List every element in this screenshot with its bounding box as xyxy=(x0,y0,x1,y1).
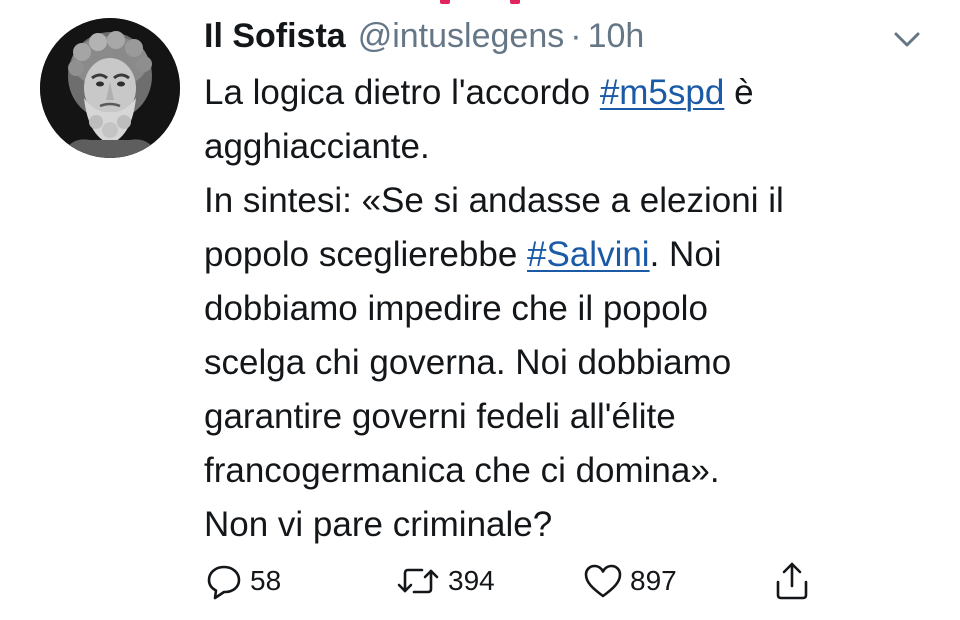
retweet-count: 394 xyxy=(448,565,495,596)
reply-button[interactable]: 58 xyxy=(204,556,281,606)
tweet-text-segment: popolo sceglierebbe xyxy=(204,235,528,274)
reply-count: 58 xyxy=(250,565,282,596)
like-button[interactable]: 897 xyxy=(582,556,677,606)
tweet-card[interactable]: Il Sofista @intuslegens · 10h La logica … xyxy=(0,0,960,620)
hashtag-link-salvini[interactable]: #Salvini xyxy=(527,235,650,274)
tweet-menu-button[interactable] xyxy=(890,22,924,56)
tweet-line: Non vi pare criminale? xyxy=(204,505,553,544)
tweet-line: La logica dietro l'accordo #m5spd è xyxy=(204,66,924,120)
like-count: 897 xyxy=(630,565,677,596)
author-name[interactable]: Il Sofista xyxy=(204,14,346,58)
tweet-line: garantire governi fedeli all'élite xyxy=(204,397,676,436)
bearded-bust-icon xyxy=(40,18,180,158)
tweet-text: La logica dietro l'accordo #m5spd è aggh… xyxy=(204,66,924,552)
author-handle[interactable]: @intuslegens xyxy=(358,14,565,58)
tweet-text-segment: La logica dietro l'accordo xyxy=(204,73,600,112)
tweet-header: Il Sofista @intuslegens · 10h xyxy=(204,14,644,58)
heart-icon xyxy=(584,564,622,598)
tweet-line: dobbiamo impedire che il popolo xyxy=(204,289,708,328)
share-icon xyxy=(776,562,808,600)
retweet-icon xyxy=(397,568,439,594)
tweet-text-segment: è xyxy=(724,73,754,112)
reply-icon xyxy=(207,565,241,600)
tweet-text-segment: . Noi xyxy=(649,235,722,274)
tweet-line: agghiacciante. xyxy=(204,127,430,166)
avatar[interactable] xyxy=(40,18,180,158)
tweet-timestamp[interactable]: 10h xyxy=(588,14,645,58)
tweet-line: scelga chi governa. Noi dobbiamo xyxy=(204,343,732,382)
chevron-down-icon xyxy=(894,32,920,47)
tweet-actions: 58 394 897 xyxy=(204,556,844,606)
retweet-button[interactable]: 394 xyxy=(394,556,495,606)
tweet-line: francogermanica che ci domina». xyxy=(204,451,720,490)
header-separator: · xyxy=(570,17,582,55)
share-button[interactable] xyxy=(772,556,812,606)
hashtag-link-m5spd[interactable]: #m5spd xyxy=(600,73,725,112)
tweet-line: In sintesi: «Se si andasse a elezioni il xyxy=(204,181,784,220)
tweet-line: popolo sceglierebbe #Salvini. Noi xyxy=(204,228,924,282)
